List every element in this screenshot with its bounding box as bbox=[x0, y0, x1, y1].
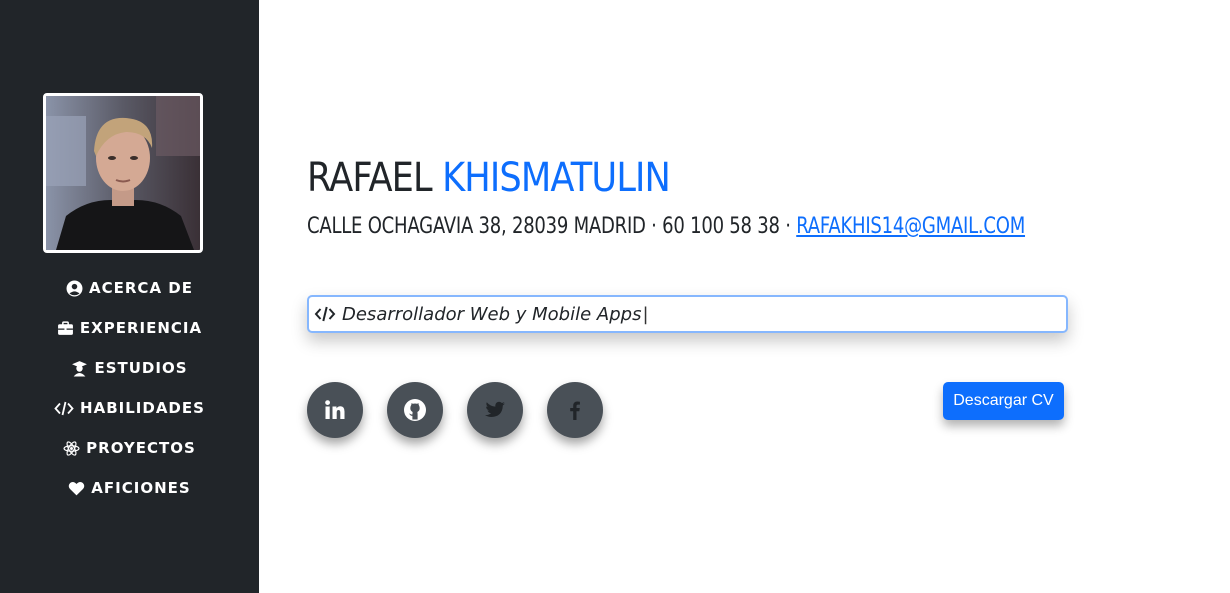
sidebar-item-label: HABILIDADES bbox=[80, 399, 205, 417]
twitter-button[interactable] bbox=[467, 382, 523, 438]
sidebar-item-label: AFICIONES bbox=[91, 479, 191, 497]
sidebar: ACERCA DE EXPERIENCIA ESTUDIOS HABILIDAD… bbox=[0, 0, 259, 593]
code-icon bbox=[54, 400, 74, 417]
phone: 60 100 58 38 bbox=[662, 214, 780, 239]
graduate-icon bbox=[71, 360, 88, 377]
linkedin-button[interactable] bbox=[307, 382, 363, 438]
github-button[interactable] bbox=[387, 382, 443, 438]
heart-icon bbox=[68, 480, 85, 497]
sidebar-item-label: ESTUDIOS bbox=[94, 359, 188, 377]
tagline-text: Desarrollador Web y Mobile Apps bbox=[342, 303, 642, 325]
first-name: RAFAEL bbox=[307, 155, 433, 201]
facebook-button[interactable] bbox=[547, 382, 603, 438]
sidebar-item-label: PROYECTOS bbox=[86, 439, 196, 457]
sidebar-item-estudios[interactable]: ESTUDIOS bbox=[0, 348, 259, 388]
separator: · bbox=[785, 214, 791, 239]
github-icon bbox=[403, 398, 427, 422]
sidebar-item-proyectos[interactable]: PROYECTOS bbox=[0, 428, 259, 468]
contact-line: CALLE OCHAGAVIA 38, 28039 MADRID · 60 10… bbox=[307, 214, 1025, 239]
separator: · bbox=[651, 214, 657, 239]
linkedin-icon bbox=[323, 398, 347, 422]
sidebar-item-experiencia[interactable]: EXPERIENCIA bbox=[0, 308, 259, 348]
sidebar-nav: ACERCA DE EXPERIENCIA ESTUDIOS HABILIDAD… bbox=[0, 268, 259, 508]
user-circle-icon bbox=[66, 280, 83, 297]
email-link[interactable]: RAFAKHIS14@GMAIL.COM bbox=[796, 214, 1025, 239]
profile-photo bbox=[46, 96, 200, 250]
last-name: KHISMATULIN bbox=[442, 155, 671, 201]
download-cv-button[interactable]: Descargar CV bbox=[943, 382, 1064, 420]
page-title: RAFAEL KHISMATULIN bbox=[307, 155, 671, 201]
twitter-icon bbox=[483, 398, 507, 422]
tagline-box: Desarrollador Web y Mobile Apps | bbox=[307, 295, 1068, 333]
typing-caret: | bbox=[642, 303, 649, 325]
sidebar-item-label: EXPERIENCIA bbox=[79, 319, 203, 337]
react-icon bbox=[63, 440, 80, 457]
code-icon bbox=[314, 305, 336, 323]
sidebar-item-label: ACERCA DE bbox=[89, 279, 193, 297]
address: CALLE OCHAGAVIA 38, 28039 MADRID bbox=[307, 214, 646, 239]
avatar bbox=[43, 93, 203, 253]
sidebar-item-habilidades[interactable]: HABILIDADES bbox=[0, 388, 259, 428]
briefcase-icon bbox=[57, 320, 74, 337]
sidebar-item-acerca-de[interactable]: ACERCA DE bbox=[0, 268, 259, 308]
facebook-icon bbox=[563, 398, 587, 422]
sidebar-item-aficiones[interactable]: AFICIONES bbox=[0, 468, 259, 508]
